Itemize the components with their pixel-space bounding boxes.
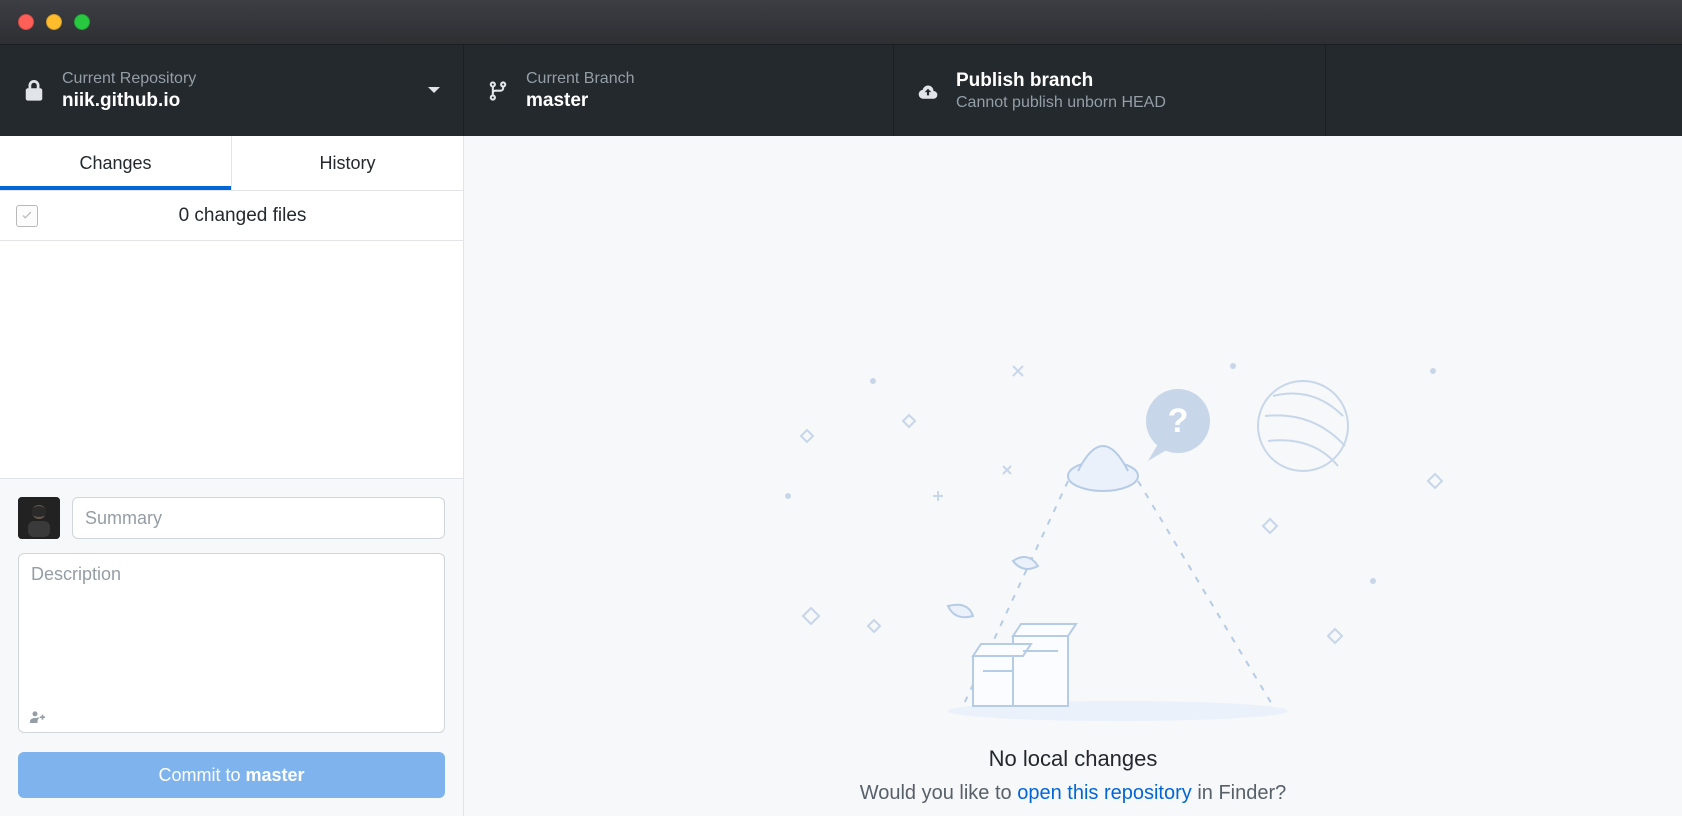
sidebar-tabs: Changes History [0,136,463,191]
branch-name: master [526,90,635,112]
empty-title: No local changes [464,746,1682,772]
cloud-upload-icon [916,79,940,103]
current-repository-dropdown[interactable]: Current Repository niik.github.io [0,45,464,136]
summary-input[interactable] [72,497,445,539]
commit-button-prefix: Commit to [158,765,245,785]
sidebar: Changes History 0 changed files [0,136,464,816]
repository-name: niik.github.io [62,90,196,112]
window-titlebar [0,0,1682,44]
add-coauthor-button[interactable] [30,708,50,728]
window-minimize-button[interactable] [46,14,62,30]
changed-files-count: 0 changed files [38,205,447,227]
changes-list [0,241,463,478]
tab-history[interactable]: History [232,136,463,190]
chevron-down-icon [427,82,441,100]
open-repository-link[interactable]: open this repository [1017,782,1192,804]
window-maximize-button[interactable] [74,14,90,30]
branch-label: Current Branch [526,70,635,88]
tab-changes[interactable]: Changes [0,136,232,190]
current-branch-dropdown[interactable]: Current Branch master [464,45,894,136]
commit-form: Commit to master [0,478,463,816]
publish-title: Publish branch [956,70,1166,92]
publish-branch-button[interactable]: Publish branch Cannot publish unborn HEA… [894,45,1326,136]
empty-illustration: ? [464,326,1682,726]
toolbar: Current Repository niik.github.io Curren… [0,44,1682,136]
select-all-checkbox[interactable] [16,205,38,227]
commit-button[interactable]: Commit to master [18,752,445,798]
main-content: ? [464,136,1682,816]
publish-subtext: Cannot publish unborn HEAD [956,94,1166,112]
empty-state: ? [464,326,1682,805]
description-input[interactable] [18,553,445,733]
lock-icon [22,79,46,103]
user-avatar[interactable] [18,497,60,539]
git-branch-icon [486,79,510,103]
svg-text:?: ? [1168,402,1189,440]
repository-label: Current Repository [62,70,196,88]
empty-subtext: Would you like to open this repository i… [464,782,1682,805]
changes-header: 0 changed files [0,191,463,241]
commit-button-branch: master [245,765,304,785]
window-close-button[interactable] [18,14,34,30]
